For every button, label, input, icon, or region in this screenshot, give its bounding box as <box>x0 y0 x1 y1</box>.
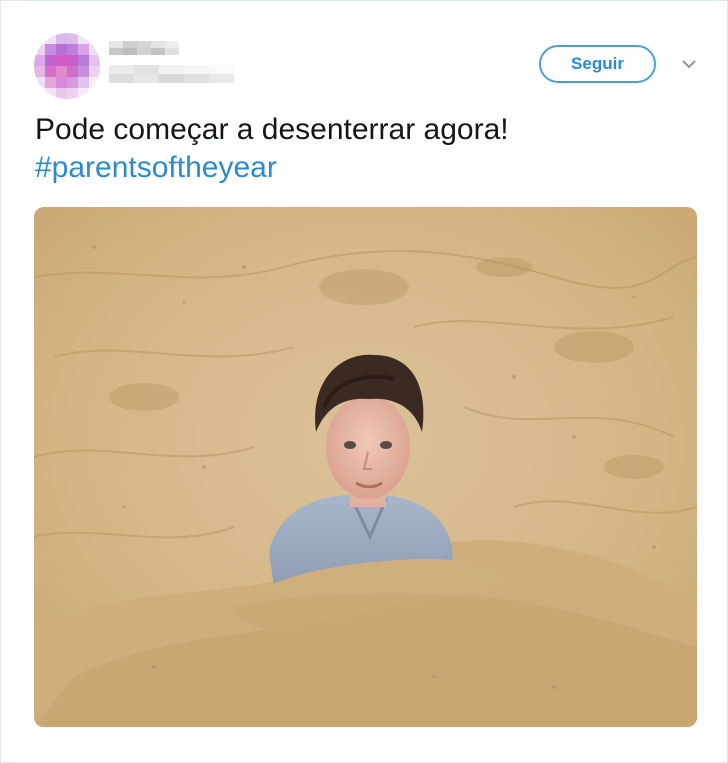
avatar[interactable] <box>34 33 100 99</box>
follow-button[interactable]: Seguir <box>539 45 656 83</box>
handle-censored[interactable] <box>109 65 234 83</box>
tweet-photo[interactable] <box>34 207 697 727</box>
tweet-body: Pode começar a desenterrar agora! <box>35 113 509 146</box>
follow-button-label: Seguir <box>571 54 624 73</box>
display-name-censored[interactable] <box>109 41 179 55</box>
tweet-card: Seguir Pode começar a desenterrar agora!… <box>0 0 728 763</box>
chevron-down-icon[interactable] <box>680 57 698 71</box>
photo-image <box>34 207 697 727</box>
hashtag-link[interactable]: #parentsoftheyear <box>35 149 695 187</box>
tweet-text: Pode começar a desenterrar agora! #paren… <box>35 111 695 187</box>
